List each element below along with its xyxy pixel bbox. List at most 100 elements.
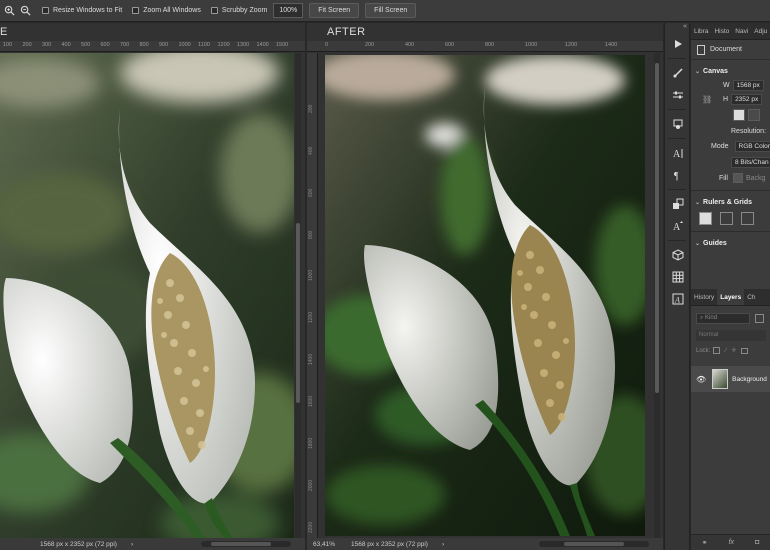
status-zoom[interactable]: 63,41% <box>307 541 347 548</box>
checkbox-box[interactable] <box>132 7 140 14</box>
zoom-all-windows-checkbox[interactable]: Zoom All Windows <box>132 7 201 14</box>
kind-placeholder: Kind <box>705 315 718 321</box>
svg-text:A: A <box>673 149 681 159</box>
tab-channels[interactable]: Ch <box>744 289 758 305</box>
ruler-tick-label: 2000 <box>308 479 314 491</box>
tab-layers[interactable]: Layers <box>717 289 745 305</box>
scroll-thumb[interactable] <box>296 223 300 403</box>
height-label: H <box>723 95 729 103</box>
document-tab-after[interactable]: AFTER <box>307 23 663 41</box>
bits-select[interactable]: 8 Bits/Chan <box>731 156 770 168</box>
fx-icon[interactable]: fx <box>729 539 734 546</box>
type-icon[interactable]: A <box>665 215 691 237</box>
scrubby-zoom-checkbox[interactable]: Scrubby Zoom <box>210 7 267 14</box>
eye-icon[interactable]: 👁 <box>696 375 706 384</box>
landscape-icon[interactable] <box>748 109 760 121</box>
rulers-grids-title: Rulers & Grids <box>703 198 753 206</box>
ruler-tick-label: 1400 <box>256 42 269 48</box>
horizontal-ruler: 0 200 400 600 800 1000 1200 1400 <box>307 41 663 52</box>
resize-windows-checkbox[interactable]: Resize Windows to Fit <box>42 7 122 14</box>
resolution-label: Resolution: <box>731 127 767 135</box>
document-label: Document <box>710 46 742 53</box>
layer-comps-icon[interactable] <box>665 113 691 135</box>
tab-libraries[interactable]: Libra <box>691 23 711 39</box>
image-filter-icon[interactable] <box>755 314 764 323</box>
layer-row-background[interactable]: 👁 Background <box>691 366 770 392</box>
tab-histogram[interactable]: Histo <box>711 23 732 39</box>
tab-history[interactable]: History <box>691 289 717 305</box>
zoom-out-icon[interactable] <box>18 4 32 18</box>
zoom-percent-field[interactable]: 100% <box>273 3 304 18</box>
ruler-tick-label: 800 <box>485 42 495 48</box>
paragraph-icon[interactable]: ¶ <box>665 164 691 186</box>
checkbox-box[interactable] <box>42 7 49 14</box>
rulers-grids-header[interactable]: ⌄ Rulers & Grids <box>691 195 770 209</box>
play-icon[interactable] <box>665 33 691 55</box>
brush-settings-icon[interactable] <box>665 62 691 84</box>
guides-title: Guides <box>703 239 727 247</box>
grid-icon[interactable] <box>720 211 733 225</box>
tab-adjustments[interactable]: Adju <box>751 23 770 39</box>
portrait-icon[interactable] <box>733 109 745 121</box>
mask-icon[interactable]: ◘ <box>755 539 759 546</box>
scroll-thumb[interactable] <box>211 542 271 546</box>
height-field[interactable]: 2352 px <box>731 93 763 105</box>
fill-swatch[interactable] <box>732 173 743 183</box>
status-chevron-icon[interactable]: › <box>442 541 444 548</box>
tab-navigator[interactable]: Navi <box>732 23 751 39</box>
lock-brush-icon[interactable]: ⁄ <box>725 348 726 354</box>
scroll-thumb[interactable] <box>564 542 624 546</box>
checkbox-box[interactable] <box>210 7 218 14</box>
ruler-tick-label: 600 <box>100 42 110 48</box>
svg-text:A: A <box>674 296 680 305</box>
divider <box>668 189 686 190</box>
ruler-icon[interactable] <box>699 211 712 225</box>
lock-artboard-icon[interactable] <box>741 347 749 354</box>
mode-label: Mode <box>711 142 729 150</box>
vertical-scrollbar[interactable] <box>295 53 301 538</box>
guides-header[interactable]: ⌄ Guides <box>691 236 770 250</box>
zoom-in-icon[interactable] <box>2 4 16 18</box>
clone-source-icon[interactable] <box>665 193 691 215</box>
status-doc-size: 1568 px x 2352 px (72 ppi) <box>40 540 117 548</box>
ruler-tick-label: 200 <box>308 104 314 113</box>
kind-filter[interactable]: ⌕ Kind <box>696 313 750 324</box>
vertical-scrollbar[interactable] <box>654 53 660 538</box>
link-icon[interactable]: ⚭ <box>702 539 708 547</box>
fit-screen-button[interactable]: Fit Screen <box>309 3 360 18</box>
guides-grid-icon[interactable] <box>741 211 754 225</box>
3d-cube-icon[interactable] <box>665 244 691 266</box>
resize-windows-label: Resize Windows to Fit <box>53 7 123 14</box>
width-field[interactable]: 1568 px <box>732 79 764 91</box>
divider <box>668 138 686 139</box>
horizontal-ruler: 100 200 300 400 500 600 700 800 900 1000 1100 1200 1… <box>0 41 305 52</box>
ruler-tick-label: 1000 <box>308 269 314 281</box>
chevron-down-icon: ⌄ <box>695 240 701 247</box>
document-tab-before[interactable]: E <box>0 23 305 41</box>
scroll-thumb[interactable] <box>655 63 659 393</box>
collapse-icon[interactable]: « <box>665 23 689 33</box>
grid-icon[interactable] <box>665 266 691 288</box>
ruler-tick-label: 1100 <box>198 42 210 48</box>
svg-text:A: A <box>673 222 681 232</box>
ruler-tick-label: 2200 <box>308 521 314 533</box>
ruler-tick-label: 400 <box>308 146 314 155</box>
mode-select[interactable]: RGB Color <box>734 140 770 152</box>
horizontal-scrollbar[interactable] <box>539 541 649 547</box>
lock-label: Lock: <box>696 347 711 354</box>
ruler-tick-label: 1200 <box>565 42 578 48</box>
status-chevron-icon[interactable]: › <box>131 541 133 548</box>
link-icon[interactable]: ⛓ <box>702 95 712 104</box>
fill-screen-button[interactable]: Fill Screen <box>365 3 417 18</box>
divider <box>691 231 770 232</box>
canvas-section-header[interactable]: ⌄ Canvas <box>691 64 770 78</box>
character-icon[interactable]: A <box>665 142 691 164</box>
blend-mode-select[interactable]: Normal <box>696 330 766 341</box>
horizontal-scrollbar[interactable] <box>201 541 291 547</box>
lock-transparent-icon[interactable] <box>713 347 721 354</box>
adjust-icon[interactable] <box>665 84 691 106</box>
divider <box>691 190 770 191</box>
glyphs-icon[interactable]: A <box>665 288 691 310</box>
ruler-tick-label: 1500 <box>276 42 289 48</box>
lock-move-icon[interactable]: ✛ <box>731 347 736 354</box>
